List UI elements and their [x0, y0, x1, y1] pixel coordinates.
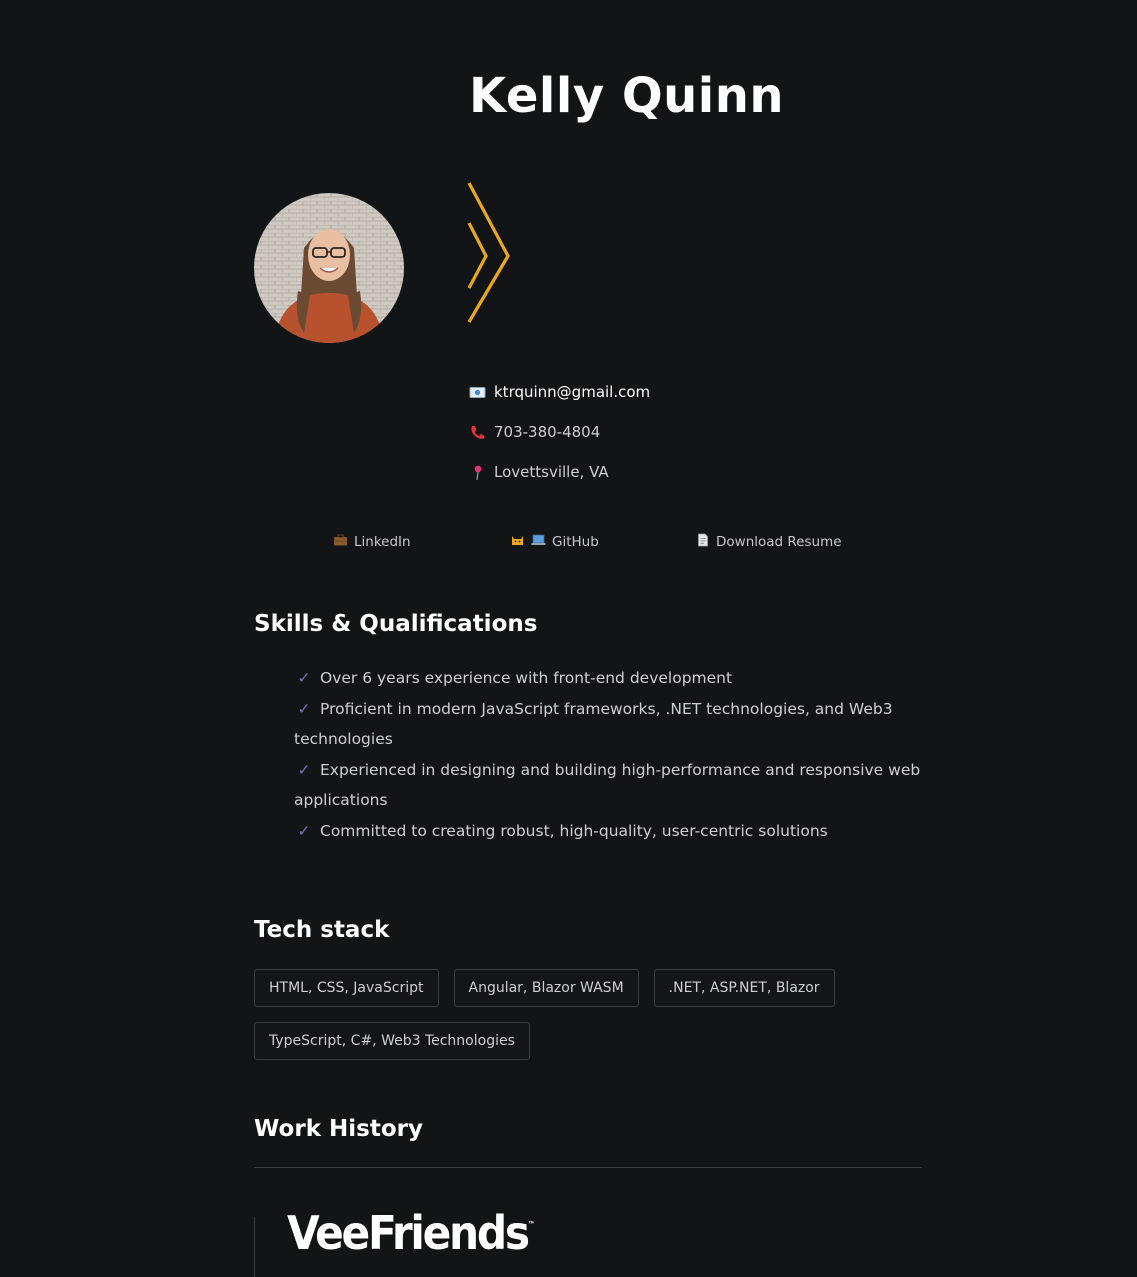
company-logo: VeeFriends™	[287, 1206, 535, 1260]
linkedin-label[interactable]: LinkedIn	[354, 534, 411, 550]
tech-chip: TypeScript, C#, Web3 Technologies	[254, 1022, 530, 1060]
phone-icon	[469, 424, 486, 441]
list-item: ✓ Over 6 years experience with front-end …	[294, 663, 934, 694]
checkmark-icon: ✓	[297, 669, 311, 687]
location-text: Lovettsville, VA	[494, 463, 609, 481]
timeline-line	[254, 1217, 255, 1277]
tech-stack-list: HTML, CSS, JavaScript Angular, Blazor WA…	[254, 969, 874, 1060]
company-logo-text: VeeFriends	[287, 1206, 530, 1260]
phone-text: 703-380-4804	[494, 423, 601, 441]
pin-icon	[469, 464, 486, 481]
download-resume-link[interactable]: Download Resume	[696, 533, 842, 551]
github-link[interactable]: GitHub	[510, 533, 599, 551]
cat-icon	[510, 533, 525, 551]
checkmark-icon: ✓	[297, 699, 311, 718]
resume-page: Kelly Quinn ktrquinn@gmail.com 703-380-4…	[0, 0, 1137, 1277]
chevron-decoration-icon	[466, 180, 516, 329]
envelope-icon	[469, 384, 486, 401]
tech-chip: HTML, CSS, JavaScript	[254, 969, 439, 1007]
tech-chip: .NET, ASP.NET, Blazor	[653, 969, 835, 1007]
work-history-heading: Work History	[254, 1116, 423, 1142]
tech-chip: Angular, Blazor WASM	[453, 969, 639, 1007]
checkmark-icon: ✓	[297, 821, 311, 840]
location-contact: Lovettsville, VA	[469, 463, 609, 481]
phone-contact: 703-380-4804	[469, 423, 600, 441]
skills-list: ✓ Over 6 years experience with front-end …	[294, 663, 934, 846]
list-item: ✓ Proficient in modern JavaScript framewo…	[294, 694, 934, 755]
laptop-icon	[531, 533, 546, 551]
github-label[interactable]: GitHub	[552, 534, 599, 550]
page-title: Kelly Quinn	[469, 68, 785, 124]
email-contact[interactable]: ktrquinn@gmail.com	[469, 383, 650, 401]
document-icon	[696, 533, 710, 551]
download-resume-label[interactable]: Download Resume	[716, 534, 842, 550]
briefcase-icon	[333, 533, 348, 551]
linkedin-link[interactable]: LinkedIn	[333, 533, 411, 551]
list-item: ✓ Experienced in designing and building h…	[294, 755, 934, 816]
tech-stack-heading: Tech stack	[254, 917, 390, 943]
skill-text: Committed to creating robust, high-quali…	[320, 821, 828, 840]
trademark-mark: ™	[527, 1220, 536, 1229]
skill-text: Proficient in modern JavaScript framewor…	[294, 699, 893, 749]
list-item: ✓ Committed to creating robust, high-qual…	[294, 816, 934, 847]
divider	[254, 1167, 922, 1168]
skills-heading: Skills & Qualifications	[254, 611, 538, 637]
skill-text: Over 6 years experience with front-end d…	[320, 669, 733, 687]
avatar	[254, 193, 404, 343]
email-text[interactable]: ktrquinn@gmail.com	[494, 383, 650, 401]
checkmark-icon: ✓	[297, 760, 311, 779]
skill-text: Experienced in designing and building hi…	[294, 760, 921, 810]
